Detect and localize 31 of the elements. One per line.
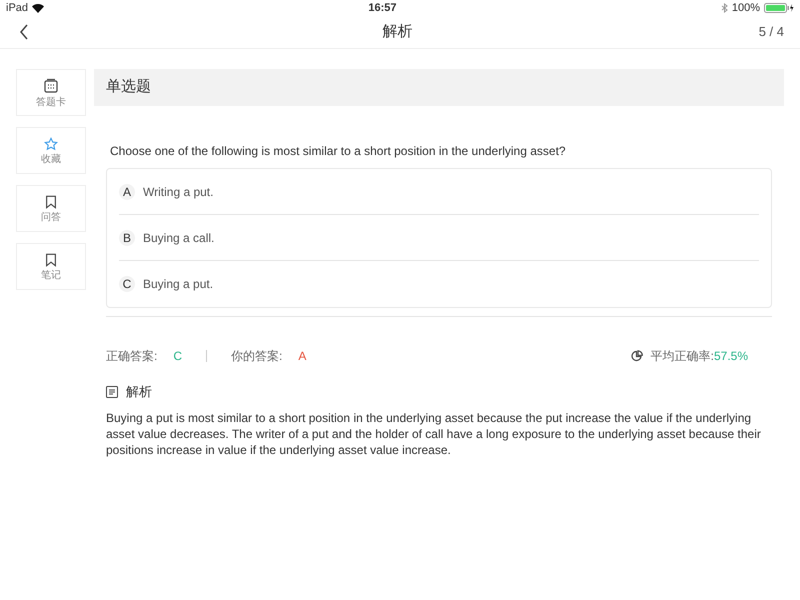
- document-icon: [106, 386, 118, 398]
- answer-option[interactable]: C Buying a put.: [119, 261, 759, 307]
- explanation-text: Buying a put is most similar to a short position in the underlying asset because the put increase the value if the underlying asset value decreases. The writer of a put and the holder of call have a long exposure to the underlying asset because their positions increase in value if the underlying asset value increase.: [106, 410, 762, 458]
- sidebar-button[interactable]: 问答: [16, 185, 86, 232]
- your-answer: A: [298, 348, 306, 364]
- question-type-header: 单选题: [94, 69, 784, 106]
- average-rate: 57.5%: [714, 348, 748, 364]
- status-time: 16:57: [368, 0, 397, 16]
- battery-percent: 100%: [732, 0, 760, 16]
- pie-chart-icon: [630, 350, 643, 362]
- page-title: 解析: [382, 22, 412, 42]
- wifi-icon: [32, 4, 44, 12]
- sidebar-button[interactable]: 收藏: [16, 127, 86, 174]
- star-icon: [44, 136, 58, 150]
- average-rate-label: 平均正确率:: [650, 348, 714, 364]
- correct-answer-label: 正确答案:: [106, 348, 158, 364]
- bookmark-icon: [44, 194, 58, 208]
- battery-icon: [764, 3, 794, 13]
- chevron-left-icon: [19, 24, 29, 40]
- calendar-icon: [43, 78, 59, 94]
- explanation-title: 解析: [126, 383, 152, 401]
- question-text: Choose one of the following is most similar to a short position in the underlying asset?: [109, 143, 567, 160]
- answer-option[interactable]: A Writing a put.: [119, 169, 759, 215]
- your-answer-label: 你的答案:: [231, 348, 282, 364]
- correct-answer: C: [173, 348, 182, 364]
- answer-option[interactable]: B Buying a call.: [119, 215, 759, 261]
- sidebar-button[interactable]: 笔记: [16, 243, 86, 290]
- device-name: iPad: [6, 0, 28, 16]
- bookmark-icon: [44, 252, 58, 266]
- sidebar-button[interactable]: 答题卡: [16, 69, 86, 116]
- bluetooth-icon: [720, 3, 728, 13]
